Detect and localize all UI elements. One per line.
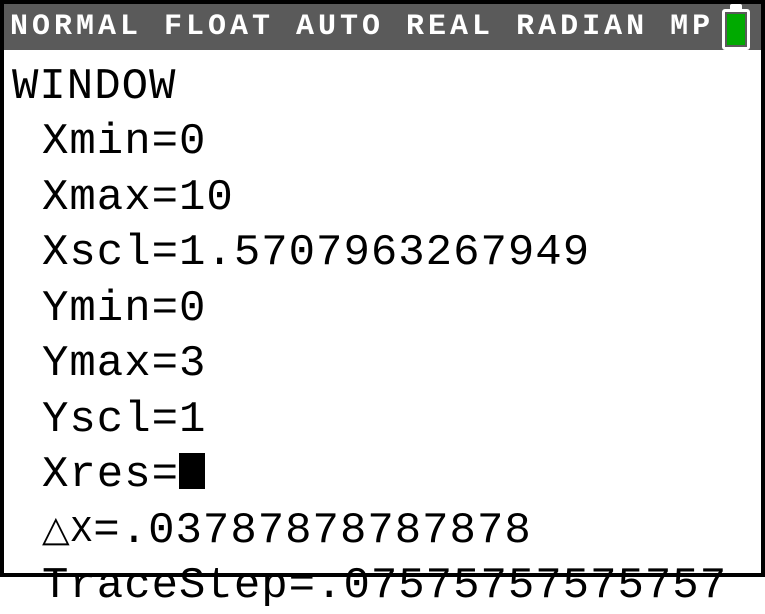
setting-value: 0	[179, 117, 206, 167]
setting-label: TraceStep	[42, 561, 289, 611]
screen-title: WINDOW	[12, 60, 753, 115]
setting-label: Ymax	[42, 339, 152, 389]
setting-xres[interactable]: Xres=	[42, 448, 753, 503]
setting-ymin[interactable]: Ymin=0	[42, 282, 753, 337]
setting-label: △X	[42, 511, 93, 552]
setting-xmax[interactable]: Xmax=10	[42, 171, 753, 226]
setting-value: 10	[179, 173, 234, 223]
setting-label: Xres	[42, 450, 152, 500]
window-settings-screen: WINDOW Xmin=0 Xmax=10 Xscl=1.57079632679…	[4, 50, 761, 614]
setting-label: Xmax	[42, 173, 152, 223]
setting-tracestep[interactable]: TraceStep=.07575757575757	[42, 559, 753, 614]
setting-xmin[interactable]: Xmin=0	[42, 115, 753, 170]
setting-value: 3	[179, 339, 206, 389]
setting-label: Xscl	[42, 228, 152, 278]
status-mode-text: NORMAL FLOAT AUTO REAL RADIAN MP	[10, 10, 714, 44]
calculator-screen: NORMAL FLOAT AUTO REAL RADIAN MP WINDOW …	[0, 0, 765, 577]
cursor-icon	[179, 453, 205, 489]
setting-yscl[interactable]: Yscl=1	[42, 393, 753, 448]
setting-ymax[interactable]: Ymax=3	[42, 337, 753, 392]
setting-value: 0	[179, 284, 206, 334]
setting-value: 1.5707963267949	[179, 228, 590, 278]
setting-label: Ymin	[42, 284, 152, 334]
setting-value: .03787878787878	[121, 506, 532, 556]
setting-deltax[interactable]: △X=.03787878787878	[42, 504, 753, 559]
setting-value: 1	[179, 395, 206, 445]
status-bar: NORMAL FLOAT AUTO REAL RADIAN MP	[4, 4, 761, 50]
setting-label: Yscl	[42, 395, 152, 445]
setting-value: .07575757575757	[316, 561, 727, 611]
setting-label: Xmin	[42, 117, 152, 167]
battery-icon	[721, 4, 751, 50]
setting-xscl[interactable]: Xscl=1.5707963267949	[42, 226, 753, 281]
